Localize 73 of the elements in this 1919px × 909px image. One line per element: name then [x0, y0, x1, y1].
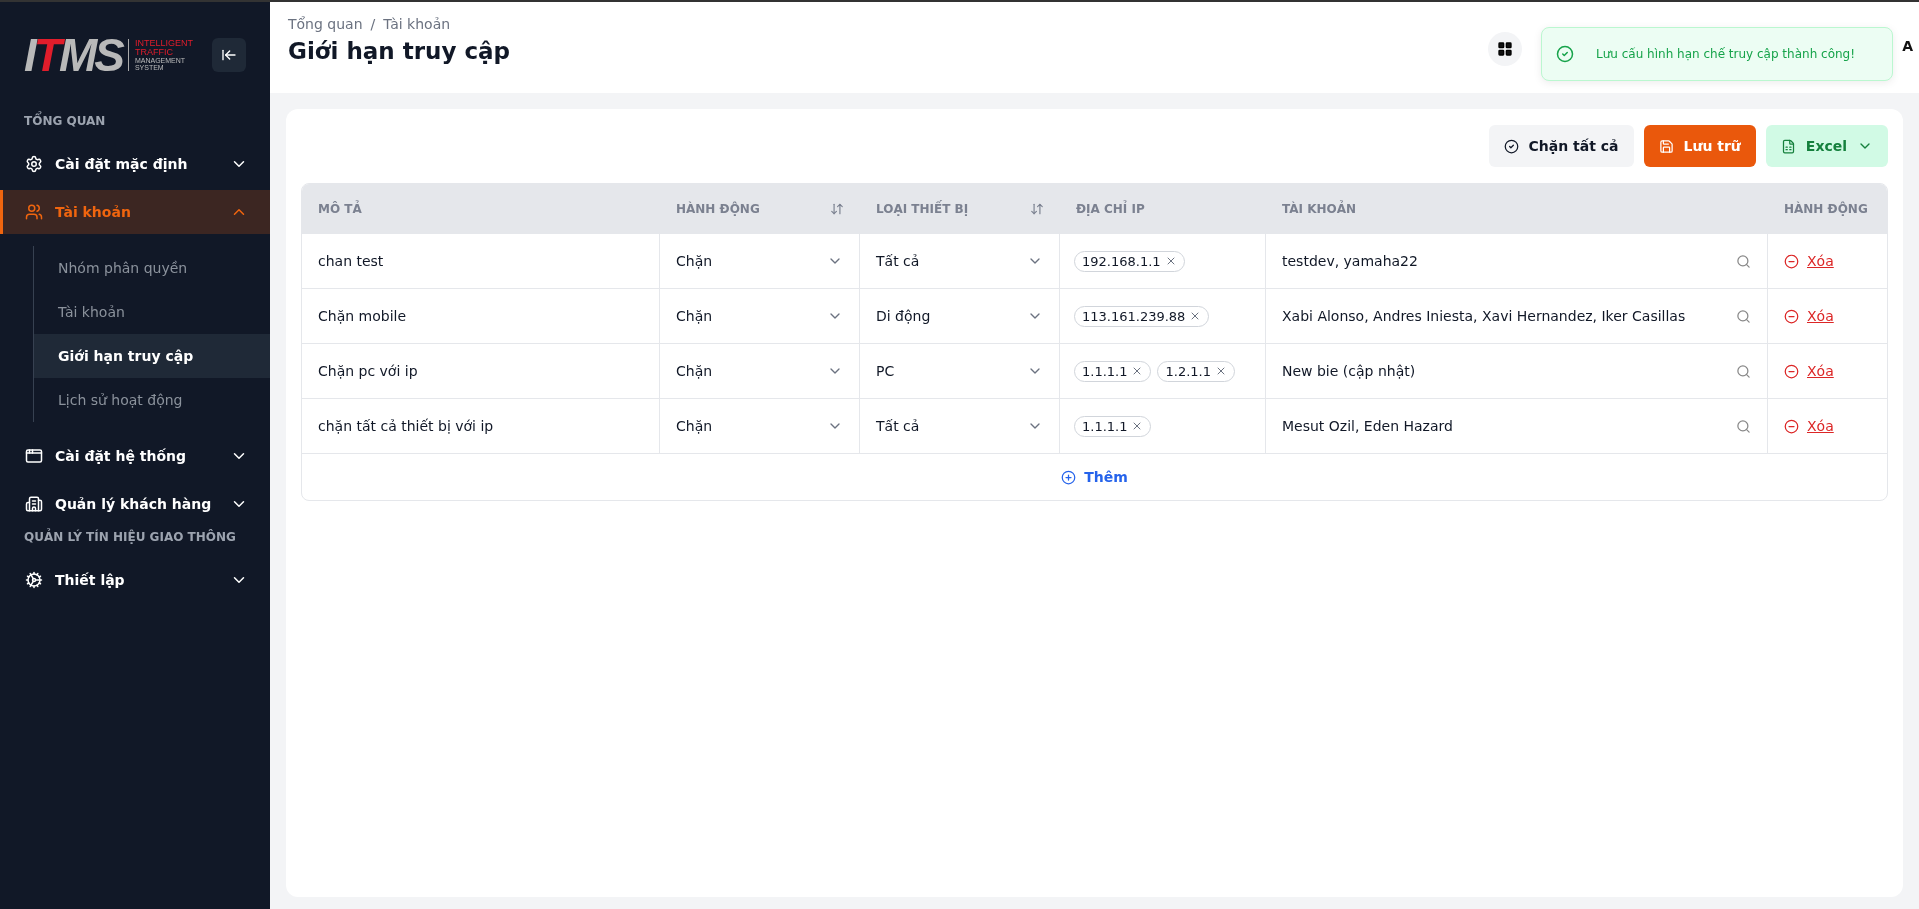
- breadcrumb-link[interactable]: Tài khoản: [383, 16, 451, 32]
- user-name[interactable]: A: [1902, 38, 1913, 54]
- sidebar-subitem[interactable]: Lịch sử hoạt động: [34, 378, 270, 422]
- building-icon: [25, 495, 43, 513]
- table-cell: New bie (cập nhật): [1282, 363, 1416, 379]
- delete-link[interactable]: Xóa: [1784, 253, 1834, 269]
- breadcrumb-link[interactable]: Tổng quan: [288, 16, 363, 32]
- users-icon: [25, 203, 43, 221]
- column-header: HÀNH ĐỘNG: [676, 202, 760, 216]
- search-icon[interactable]: [1736, 363, 1751, 379]
- delete-link[interactable]: Xóa: [1784, 418, 1834, 434]
- sidebar-item[interactable]: Tài khoản: [0, 190, 270, 234]
- table-cell: Chặn pc với ip: [318, 363, 418, 379]
- sidebar-item[interactable]: Cài đặt mặc định: [0, 142, 270, 186]
- table-cell: chặn tất cả thiết bị với ip: [318, 418, 494, 434]
- apps-button[interactable]: [1488, 32, 1523, 66]
- action-select[interactable]: Chặn: [676, 289, 843, 343]
- gear-icon: [25, 155, 43, 173]
- page-title: Giới hạn truy cập: [288, 38, 511, 64]
- sidebar-subitem[interactable]: Tài khoản: [34, 290, 270, 334]
- device-select[interactable]: Di động: [876, 289, 1043, 343]
- logo-text: INTELLIGENT: [134, 39, 193, 48]
- search-icon[interactable]: [1736, 418, 1751, 434]
- toast-message: Lưu cấu hình hạn chế truy cập thành công!: [1596, 47, 1856, 61]
- breadcrumb-separator: /: [370, 16, 376, 32]
- minus-circle-icon: [1784, 363, 1799, 379]
- check-icon: [1503, 138, 1519, 154]
- logo-mark: ITMS: [24, 28, 122, 82]
- section-heading: QUẢN LÝ TÍN HIỆU GIAO THÔNG: [23, 530, 237, 544]
- table-cell: Chặn mobile: [318, 308, 407, 324]
- action-select[interactable]: Chặn: [676, 399, 843, 453]
- sidebar-item[interactable]: Thiết lập: [0, 558, 270, 602]
- table-cell: Mesut Ozil, Eden Hazard: [1282, 418, 1453, 434]
- logo-text: TRAFFIC: [134, 48, 174, 57]
- sidebar-item[interactable]: Quản lý khách hàng: [0, 482, 270, 526]
- column-header: LOẠI THIẾT BỊ: [876, 202, 969, 216]
- block-all-button[interactable]: Chặn tất cả: [1488, 125, 1634, 167]
- device-select[interactable]: Tất cả: [876, 399, 1043, 453]
- search-icon[interactable]: [1736, 308, 1751, 324]
- gear-icon: [25, 571, 43, 589]
- add-button[interactable]: Thêm: [1055, 468, 1134, 486]
- action-select[interactable]: Chặn: [676, 234, 843, 288]
- minus-circle-icon: [1784, 253, 1799, 269]
- delete-link[interactable]: Xóa: [1784, 363, 1834, 379]
- column-header: HÀNH ĐỘNG: [1784, 202, 1868, 216]
- save-button[interactable]: Lưu trữ: [1643, 125, 1756, 167]
- check-icon: [1556, 45, 1574, 63]
- minus-circle-icon: [1784, 308, 1799, 324]
- grid-icon: [1497, 41, 1514, 57]
- delete-link[interactable]: Xóa: [1784, 308, 1834, 324]
- action-select[interactable]: Chặn: [676, 344, 843, 398]
- table-cell: Xabi Alonso, Andres Iniesta, Xavi Hernandez, Iker Casillas: [1282, 308, 1686, 324]
- column-header: ĐỊA CHỈ IP: [1076, 202, 1145, 216]
- collapse-sidebar-button[interactable]: [212, 38, 246, 72]
- spreadsheet-icon: [1780, 138, 1796, 154]
- search-icon[interactable]: [1736, 253, 1751, 269]
- sort-icon[interactable]: [1030, 202, 1044, 216]
- plus-circle-icon: [1061, 469, 1077, 485]
- sidebar-item[interactable]: Cài đặt hệ thống: [0, 434, 270, 478]
- sidebar-subitem[interactable]: Giới hạn truy cập: [34, 334, 270, 378]
- save-icon: [1658, 138, 1674, 154]
- column-header: MÔ TẢ: [318, 202, 362, 216]
- table-cell: testdev, yamaha22: [1282, 253, 1418, 269]
- window-icon: [25, 447, 43, 465]
- collapse-icon: [221, 47, 237, 63]
- minus-circle-icon: [1784, 418, 1799, 434]
- device-select[interactable]: PC: [876, 344, 1043, 398]
- excel-button[interactable]: Excel: [1765, 125, 1888, 167]
- device-select[interactable]: Tất cả: [876, 234, 1043, 288]
- sort-icon[interactable]: [830, 202, 844, 216]
- column-header: TÀI KHOẢN: [1282, 202, 1357, 216]
- table-cell: chan test: [318, 253, 384, 269]
- sidebar-subitem[interactable]: Nhóm phân quyền: [34, 246, 270, 290]
